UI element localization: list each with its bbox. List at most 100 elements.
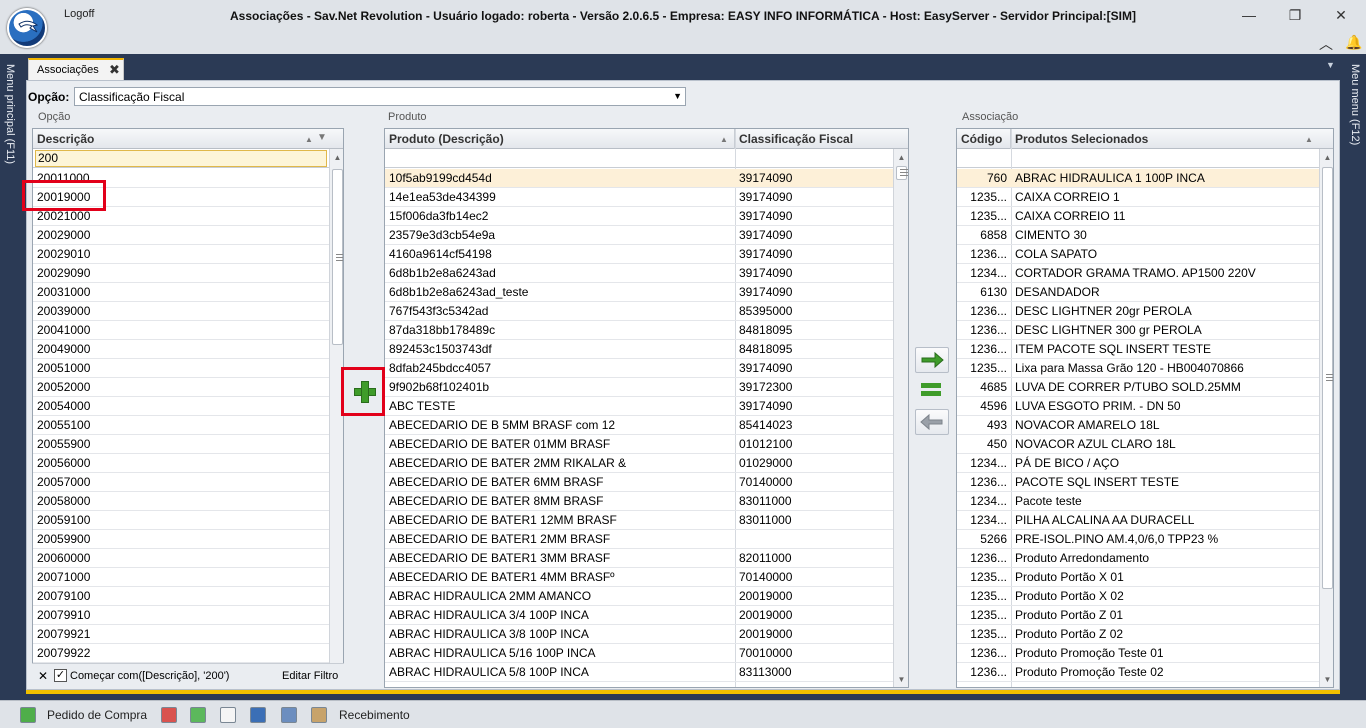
edit-filter-link[interactable]: Editar Filtro: [282, 670, 338, 682]
table-row[interactable]: 1236... DESC LIGHTNER 20gr PEROLA: [957, 302, 1319, 321]
filter-icon[interactable]: ▼: [317, 132, 327, 143]
table-row[interactable]: 20058000: [33, 492, 329, 511]
table-row[interactable]: 1236... COLA SAPATO: [957, 245, 1319, 264]
table-row[interactable]: 760 ABRAC HIDRAULICA 1 100P INCA: [957, 169, 1319, 188]
associate-all-button[interactable]: [915, 378, 949, 404]
table-row[interactable]: 1236... PACOTE SQL INSERT TESTE: [957, 473, 1319, 492]
header-produto-descricao[interactable]: Produto (Descrição): [385, 129, 735, 149]
table-row[interactable]: 20049000: [33, 340, 329, 359]
table-row[interactable]: 8dfab245bdcc4057 39174090: [385, 359, 893, 378]
clear-filter-icon[interactable]: ✕: [38, 669, 48, 683]
scroll-up-icon[interactable]: ▲: [1320, 153, 1333, 162]
table-row[interactable]: 20071000: [33, 568, 329, 587]
table-row[interactable]: 6858 CIMENTO 30: [957, 226, 1319, 245]
chevron-down-icon[interactable]: ▼: [673, 91, 682, 101]
table-row[interactable]: 20079922: [33, 644, 329, 663]
minimize-button[interactable]: —: [1234, 4, 1264, 26]
remove-association-button[interactable]: [915, 409, 949, 435]
tab-close-icon[interactable]: ✖: [109, 62, 120, 78]
table-row[interactable]: ABECEDARIO DE BATER 6MM BRASF 70140000: [385, 473, 893, 492]
bell-icon[interactable]: 🔔: [1345, 34, 1362, 51]
table-row[interactable]: 4685 LUVA DE CORRER P/TUBO SOLD.25MM: [957, 378, 1319, 397]
table-row[interactable]: 6d8b1b2e8a6243ad 39174090: [385, 264, 893, 283]
table-row[interactable]: 20057000: [33, 473, 329, 492]
table-row[interactable]: ABECEDARIO DE BATER1 3MM BRASF 82011000: [385, 549, 893, 568]
table-row[interactable]: 20052000: [33, 378, 329, 397]
taskbar-pedido-compra[interactable]: Pedido de Compra: [47, 708, 147, 722]
scroll-up-icon[interactable]: ▲: [330, 153, 343, 162]
table-row[interactable]: 20059100: [33, 511, 329, 530]
table-row[interactable]: 1234... Pacote teste: [957, 492, 1319, 511]
table-row[interactable]: ABECEDARIO DE BATER1 2MM BRASF: [385, 530, 893, 549]
table-row[interactable]: 1234... CORTADOR GRAMA TRAMO. AP1500 220V: [957, 264, 1319, 283]
table-row[interactable]: 20029010: [33, 245, 329, 264]
table-row[interactable]: ABECEDARIO DE BATER1 4MM BRASFº 70140000: [385, 568, 893, 587]
collapse-up-icon[interactable]: ︿: [1319, 34, 1333, 54]
table-row[interactable]: 1235... CAIXA CORREIO 1: [957, 188, 1319, 207]
table-row[interactable]: ABRAC HIDRAULICA 3/8 100P INCA 20019000: [385, 625, 893, 644]
table-row[interactable]: 892453c1503743df 84818095: [385, 340, 893, 359]
table-row[interactable]: 20056000: [33, 454, 329, 473]
app-logo-icon[interactable]: [7, 8, 47, 48]
table-row[interactable]: ABRAC HIDRAULICA 2MM AMANCO 20019000: [385, 587, 893, 606]
association-grid-scrollbar[interactable]: ▲ ▼: [1319, 149, 1333, 687]
table-row[interactable]: 1236... ITEM PACOTE SQL INSERT TESTE: [957, 340, 1319, 359]
maximize-button[interactable]: ❐: [1280, 4, 1310, 26]
table-row[interactable]: 1236... DESC LIGHTNER 300 gr PEROLA: [957, 321, 1319, 340]
table-row[interactable]: 20055100: [33, 416, 329, 435]
word-doc-icon[interactable]: [250, 707, 266, 723]
table-row[interactable]: ABECEDARIO DE BATER 01MM BRASF 01012100: [385, 435, 893, 454]
tab-associacoes[interactable]: Associações ✖: [28, 58, 124, 80]
table-row[interactable]: ABC TESTE 39174090: [385, 397, 893, 416]
close-window-button[interactable]: ✕: [1326, 4, 1356, 26]
product-grid-scrollbar[interactable]: ▲ ▼: [893, 149, 908, 687]
option-select[interactable]: Classificação Fiscal ▼: [74, 87, 686, 106]
sort-asc-icon[interactable]: ▲: [305, 135, 313, 144]
table-row[interactable]: 1234... PÁ DE BICO / AÇO: [957, 454, 1319, 473]
scroll-down-icon[interactable]: ▼: [894, 675, 908, 684]
table-row[interactable]: 15f006da3fb14ec2 39174090: [385, 207, 893, 226]
table-row[interactable]: 20079100: [33, 587, 329, 606]
table-row[interactable]: 1236... Produto Arredondamento: [957, 549, 1319, 568]
table-row[interactable]: ABRAC HIDRAULICA 3/4 100P INCA 20019000: [385, 606, 893, 625]
tab-list-dropdown-icon[interactable]: ▼: [1326, 60, 1335, 70]
taskbar-recebimento[interactable]: Recebimento: [339, 708, 410, 722]
table-row[interactable]: 9f902b68f102401b 39172300: [385, 378, 893, 397]
add-association-button[interactable]: [346, 372, 382, 412]
table-row[interactable]: 4160a9614cf54198 39174090: [385, 245, 893, 264]
table-row[interactable]: ABECEDARIO DE BATER 8MM BRASF 83011000: [385, 492, 893, 511]
report-red-icon[interactable]: [161, 707, 177, 723]
table-row[interactable]: 6d8b1b2e8a6243ad_teste 39174090: [385, 283, 893, 302]
scroll-thumb[interactable]: [332, 169, 343, 345]
associate-selected-button[interactable]: [915, 347, 949, 373]
table-row[interactable]: 1236... Produto Promoção Teste 02: [957, 663, 1319, 682]
table-row[interactable]: 1235... Produto Portão X 01: [957, 568, 1319, 587]
sort-asc-icon[interactable]: ▲: [720, 135, 728, 144]
table-row[interactable]: 20079921: [33, 625, 329, 644]
table-row[interactable]: 20029000: [33, 226, 329, 245]
table-row[interactable]: 1235... CAIXA CORREIO 11: [957, 207, 1319, 226]
receiving-users-icon[interactable]: [311, 707, 327, 723]
table-row[interactable]: 450 NOVACOR AZUL CLARO 18L: [957, 435, 1319, 454]
scroll-down-icon[interactable]: ▼: [1320, 675, 1333, 684]
scroll-up-icon[interactable]: ▲: [894, 153, 908, 162]
table-row[interactable]: 5266 PRE-ISOL.PINO AM.4,0/6,0 TPP23 %: [957, 530, 1319, 549]
table-row[interactable]: 23579e3d3cb54e9a 39174090: [385, 226, 893, 245]
header-produtos-selecionados[interactable]: Produtos Selecionados: [1011, 129, 1319, 149]
table-row[interactable]: 87da318bb178489c 84818095: [385, 321, 893, 340]
table-row[interactable]: 1236... Produto Promoção Teste 01: [957, 644, 1319, 663]
table-row[interactable]: 20079910: [33, 606, 329, 625]
table-row[interactable]: 1235... Produto Portão Z 01: [957, 606, 1319, 625]
sort-asc-icon[interactable]: ▲: [1305, 135, 1313, 144]
table-row[interactable]: 20060000: [33, 549, 329, 568]
table-row[interactable]: 1234... PILHA ALCALINA AA DURACELL: [957, 511, 1319, 530]
table-row[interactable]: 20055900: [33, 435, 329, 454]
table-row[interactable]: 4596 LUVA ESGOTO PRIM. - DN 50: [957, 397, 1319, 416]
printer-icon[interactable]: [281, 707, 297, 723]
purchase-order-icon[interactable]: [20, 707, 36, 723]
header-descricao[interactable]: Descrição: [33, 129, 329, 149]
table-row[interactable]: 20059900: [33, 530, 329, 549]
scroll-thumb[interactable]: [1322, 167, 1333, 589]
table-row[interactable]: ABRAC HIDRAULICA 5/8 100P INCA 83113000: [385, 663, 893, 682]
scroll-thumb[interactable]: [896, 166, 908, 180]
